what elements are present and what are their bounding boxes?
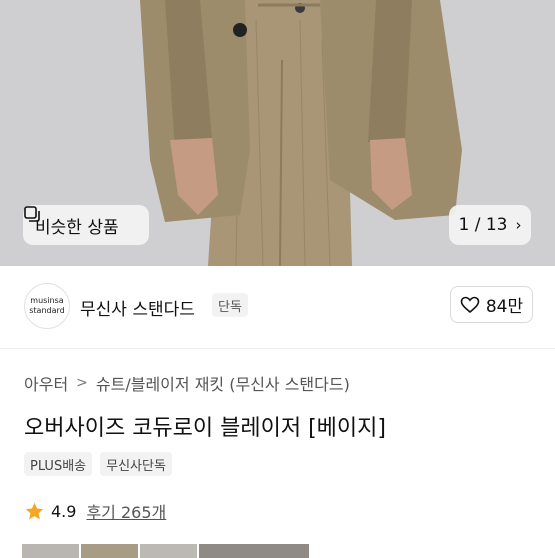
review-thumbnail[interactable]	[140, 544, 197, 558]
similar-items-button[interactable]: 비슷한 상품	[23, 205, 149, 245]
breadcrumb-item-outer[interactable]: 아우터	[24, 371, 68, 395]
brand-logo-line2: standard	[29, 306, 65, 315]
like-count: 84만	[485, 297, 524, 317]
product-image-carousel[interactable]: 비슷한 상품 1 / 13 ›	[0, 0, 555, 266]
review-thumbnails	[22, 544, 309, 558]
reviews-link[interactable]: 후기 265개	[86, 499, 166, 523]
star-icon	[25, 502, 44, 519]
chevron-right-icon: >	[76, 375, 88, 391]
tag-plus-delivery: PLUS배송	[24, 452, 93, 476]
image-pager-button[interactable]: 1 / 13 ›	[449, 205, 531, 245]
rating-score: 4.9	[51, 501, 77, 521]
brand-name[interactable]: 무신사 스탠다드	[80, 295, 195, 320]
tag-exclusive: 무신사단독	[100, 452, 172, 476]
brand-logo-line1: musinsa	[30, 296, 64, 305]
brand-row: musinsa standard 무신사 스탠다드 단독 84만	[0, 266, 555, 349]
chevron-right-icon: ›	[515, 216, 522, 234]
similar-items-label: 비슷한 상품	[35, 217, 119, 238]
product-title: 오버사이즈 코듀로이 블레이저 [베이지]	[24, 416, 386, 441]
exclusive-badge: 단독	[212, 293, 248, 317]
review-thumbnail[interactable]	[199, 544, 309, 558]
rating-summary: 4.9 후기 265개	[24, 499, 166, 523]
review-thumbnail[interactable]	[22, 544, 79, 558]
brand-logo[interactable]: musinsa standard	[24, 283, 70, 329]
like-button[interactable]: 84만	[450, 286, 533, 323]
page-indicator: 1 / 13	[458, 215, 508, 235]
breadcrumb-item-suit[interactable]: 슈트/블레이저 재킷 (무신사 스탠다드)	[96, 371, 350, 395]
product-tags: PLUS배송 무신사단독	[24, 452, 172, 476]
review-thumbnail[interactable]	[81, 544, 138, 558]
heart-icon	[460, 296, 480, 313]
similar-items-icon	[24, 206, 40, 222]
breadcrumb: 아우터 > 슈트/블레이저 재킷 (무신사 스탠다드)	[24, 371, 350, 395]
